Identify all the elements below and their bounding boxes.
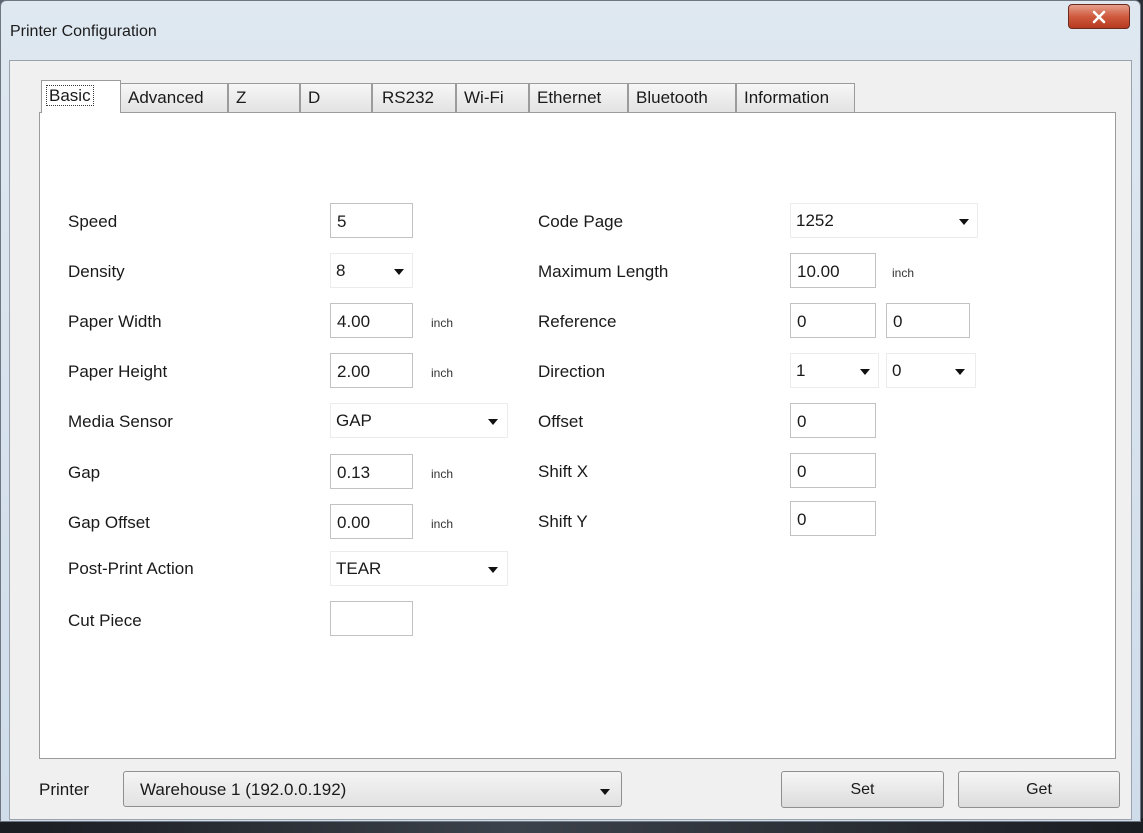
post-print-action-dropdown[interactable]: TEAR [330,551,508,586]
tab-d[interactable]: D [300,83,372,112]
tab-basic[interactable]: Basic [41,80,121,113]
speed-input[interactable]: 5 [330,203,413,238]
density-value: 8 [336,261,346,280]
direction-value-2: 0 [892,361,902,380]
tab-wifi[interactable]: Wi-Fi [456,83,529,112]
maximum-length-input[interactable]: 10.00 [790,253,876,288]
chevron-down-icon [600,789,610,795]
paper-width-input[interactable]: 4.00 [330,303,413,338]
tab-bluetooth[interactable]: Bluetooth [628,83,736,112]
tab-label: Wi-Fi [464,88,504,107]
title-bar[interactable]: Printer Configuration [1,1,1140,61]
offset-label: Offset [538,412,584,431]
reference-label: Reference [538,312,617,331]
tab-label: Bluetooth [636,88,708,107]
paper-width-unit: inch [431,316,454,330]
post-print-action-value: TEAR [336,559,382,578]
window-title: Printer Configuration [10,23,157,40]
reference-y-input[interactable]: 0 [886,303,970,338]
speed-label: Speed [68,212,118,231]
tab-label: Ethernet [537,88,602,107]
cut-piece-label: Cut Piece [68,611,142,630]
gap-offset-unit: inch [431,517,454,531]
post-print-action-label: Post-Print Action [68,559,194,578]
chevron-down-icon [394,269,404,275]
chevron-down-icon [488,419,498,425]
printer-dropdown[interactable]: Warehouse 1 (192.0.0.192) [123,771,622,807]
media-sensor-label: Media Sensor [68,412,173,431]
shift-y-input[interactable]: 0 [790,501,876,536]
close-button[interactable] [1068,4,1130,29]
code-page-label: Code Page [538,212,624,231]
gap-unit: inch [431,467,454,481]
basic-tab-panel: Speed Density Paper Width Paper Height M… [39,112,1116,759]
chevron-down-icon [955,369,965,375]
tab-advanced[interactable]: Advanced [120,83,228,112]
set-button[interactable]: Set [781,771,944,808]
maximum-length-unit: inch [892,266,915,280]
tab-label: Z [236,88,247,107]
printer-configuration-window: Printer Configuration Basic Advanced Z D… [0,0,1141,822]
paper-height-unit: inch [431,366,454,380]
code-page-value: 1252 [796,211,834,230]
direction-dropdown-2[interactable]: 0 [886,353,976,388]
tab-label: Basic [46,85,94,106]
chevron-down-icon [959,219,969,225]
gap-offset-label: Gap Offset [68,513,150,532]
get-button[interactable]: Get [958,771,1120,808]
direction-value-1: 1 [796,361,806,380]
tab-label: Information [744,88,830,107]
tab-z[interactable]: Z [228,83,300,112]
tab-ethernet[interactable]: Ethernet [529,83,628,112]
tab-rs232[interactable]: RS232 [372,83,456,112]
paper-height-label: Paper Height [68,362,168,381]
chevron-down-icon [860,369,870,375]
shift-x-label: Shift X [538,462,589,481]
shift-y-label: Shift Y [538,512,588,531]
gap-offset-input[interactable]: 0.00 [330,504,413,539]
code-page-dropdown[interactable]: 1252 [790,203,978,238]
direction-label: Direction [538,362,606,381]
chevron-down-icon [488,567,498,573]
printer-label: Printer [39,780,90,799]
maximum-length-label: Maximum Length [538,262,669,281]
cut-piece-input[interactable] [330,601,413,636]
media-sensor-value: GAP [336,411,372,430]
gap-input[interactable]: 0.13 [330,454,413,489]
media-sensor-dropdown[interactable]: GAP [330,403,508,438]
paper-height-input[interactable]: 2.00 [330,353,413,388]
offset-input[interactable]: 0 [790,403,876,438]
direction-dropdown-1[interactable]: 1 [790,353,879,388]
client-area: Basic Advanced Z D RS232 Wi-Fi Ethernet … [9,60,1132,820]
shift-x-input[interactable]: 0 [790,453,876,488]
gap-label: Gap [68,463,101,482]
tab-label: D [308,88,321,107]
density-dropdown[interactable]: 8 [330,253,413,288]
printer-value: Warehouse 1 (192.0.0.192) [140,780,347,799]
close-icon [1092,10,1106,23]
tab-label: Advanced [128,88,204,107]
tab-label: RS232 [382,88,434,107]
tab-information[interactable]: Information [736,83,855,112]
paper-width-label: Paper Width [68,312,162,331]
reference-x-input[interactable]: 0 [790,303,876,338]
density-label: Density [68,262,125,281]
